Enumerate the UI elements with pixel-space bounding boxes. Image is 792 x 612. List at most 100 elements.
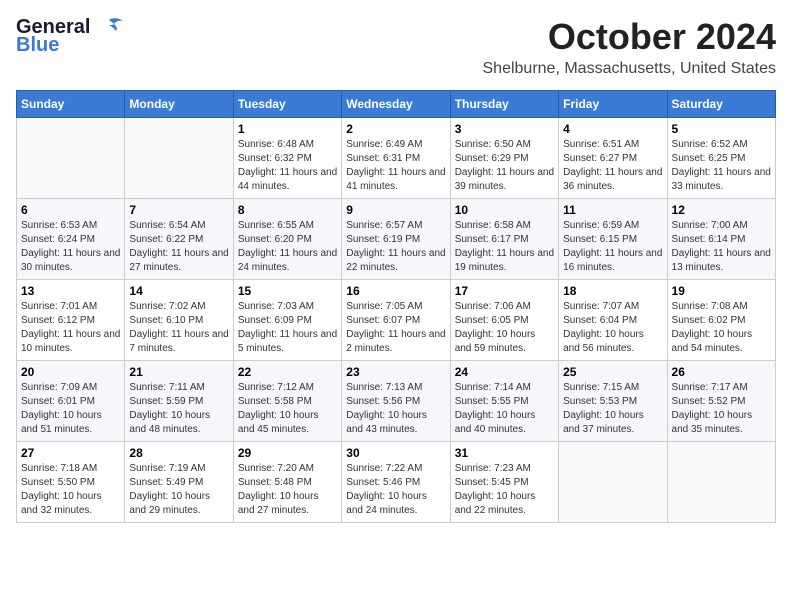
calendar-cell: 20 Sunrise: 7:09 AM Sunset: 6:01 PM Dayli… xyxy=(17,361,125,442)
logo: General Blue xyxy=(16,16,124,57)
calendar-cell: 17Sunrise: 7:06 AM Sunset: 6:05 PM Dayli… xyxy=(450,280,558,361)
day-number: 13 xyxy=(21,284,120,298)
calendar-cell xyxy=(17,118,125,199)
day-info: Sunrise: 7:09 AM Sunset: 6:01 PM Dayligh… xyxy=(21,381,120,437)
calendar-week-row: 20 Sunrise: 7:09 AM Sunset: 6:01 PM Dayli… xyxy=(17,361,776,442)
calendar-cell: 14Sunrise: 7:02 AM Sunset: 6:10 PM Dayli… xyxy=(125,280,233,361)
weekday-header: Saturday xyxy=(667,91,775,118)
calendar-table: SundayMondayTuesdayWednesdayThursdayFrid… xyxy=(16,90,776,523)
day-info: Sunrise: 7:20 AM Sunset: 5:48 PM Dayligh… xyxy=(238,462,337,518)
day-info: Sunrise: 6:57 AM Sunset: 6:19 PM Dayligh… xyxy=(346,219,445,275)
day-number: 16 xyxy=(346,284,445,298)
calendar-week-row: 13 Sunrise: 7:01 AM Sunset: 6:12 PM Dayli… xyxy=(17,280,776,361)
calendar-cell xyxy=(667,442,775,523)
calendar-cell xyxy=(125,118,233,199)
weekday-header: Sunday xyxy=(17,91,125,118)
calendar-cell: 1 Sunrise: 6:48 AM Sunset: 6:32 PM Daylig… xyxy=(233,118,341,199)
day-number: 23 xyxy=(346,365,445,379)
day-number: 26 xyxy=(672,365,771,379)
calendar-cell: 15Sunrise: 7:03 AM Sunset: 6:09 PM Dayli… xyxy=(233,280,341,361)
day-number: 8 xyxy=(238,203,337,217)
calendar-cell: 5 Sunrise: 6:52 AM Sunset: 6:25 PM Daylig… xyxy=(667,118,775,199)
logo-blue: Blue xyxy=(16,34,59,57)
day-info: Sunrise: 7:05 AM Sunset: 6:07 PM Dayligh… xyxy=(346,300,445,356)
day-info: Sunrise: 7:13 AM Sunset: 5:56 PM Dayligh… xyxy=(346,381,445,437)
day-number: 1 xyxy=(238,122,337,136)
calendar-cell: 26 Sunrise: 7:17 AM Sunset: 5:52 PM Dayli… xyxy=(667,361,775,442)
day-info: Sunrise: 6:53 AM Sunset: 6:24 PM Dayligh… xyxy=(21,219,120,275)
day-number: 21 xyxy=(129,365,228,379)
weekday-header: Thursday xyxy=(450,91,558,118)
day-number: 31 xyxy=(455,446,554,460)
calendar-cell: 31Sunrise: 7:23 AM Sunset: 5:45 PM Dayli… xyxy=(450,442,558,523)
day-info: Sunrise: 7:11 AM Sunset: 5:59 PM Dayligh… xyxy=(129,381,228,437)
day-info: Sunrise: 6:49 AM Sunset: 6:31 PM Dayligh… xyxy=(346,138,445,194)
calendar-cell: 11 Sunrise: 6:59 AM Sunset: 6:15 PM Dayli… xyxy=(559,199,667,280)
calendar-cell: 2Sunrise: 6:49 AM Sunset: 6:31 PM Daylig… xyxy=(342,118,450,199)
day-info: Sunrise: 6:50 AM Sunset: 6:29 PM Dayligh… xyxy=(455,138,554,194)
day-info: Sunrise: 6:59 AM Sunset: 6:15 PM Dayligh… xyxy=(563,219,662,275)
day-number: 5 xyxy=(672,122,771,136)
calendar-cell: 7 Sunrise: 6:54 AM Sunset: 6:22 PM Daylig… xyxy=(125,199,233,280)
weekday-header: Wednesday xyxy=(342,91,450,118)
day-info: Sunrise: 6:54 AM Sunset: 6:22 PM Dayligh… xyxy=(129,219,228,275)
day-info: Sunrise: 7:17 AM Sunset: 5:52 PM Dayligh… xyxy=(672,381,771,437)
day-number: 12 xyxy=(672,203,771,217)
location-title: Shelburne, Massachusetts, United States xyxy=(483,60,777,78)
calendar-cell: 12Sunrise: 7:00 AM Sunset: 6:14 PM Dayli… xyxy=(667,199,775,280)
day-number: 10 xyxy=(455,203,554,217)
weekday-header: Friday xyxy=(559,91,667,118)
day-info: Sunrise: 7:12 AM Sunset: 5:58 PM Dayligh… xyxy=(238,381,337,437)
month-title: October 2024 xyxy=(483,16,777,58)
day-number: 6 xyxy=(21,203,120,217)
day-number: 27 xyxy=(21,446,120,460)
day-number: 11 xyxy=(563,203,662,217)
calendar-week-row: 6 Sunrise: 6:53 AM Sunset: 6:24 PM Daylig… xyxy=(17,199,776,280)
day-number: 7 xyxy=(129,203,228,217)
calendar-cell: 18 Sunrise: 7:07 AM Sunset: 6:04 PM Dayli… xyxy=(559,280,667,361)
calendar-cell: 29 Sunrise: 7:20 AM Sunset: 5:48 PM Dayli… xyxy=(233,442,341,523)
day-number: 20 xyxy=(21,365,120,379)
calendar-cell: 9 Sunrise: 6:57 AM Sunset: 6:19 PM Daylig… xyxy=(342,199,450,280)
title-area: October 2024 Shelburne, Massachusetts, U… xyxy=(483,16,777,78)
weekday-header: Tuesday xyxy=(233,91,341,118)
calendar-week-row: 1 Sunrise: 6:48 AM Sunset: 6:32 PM Daylig… xyxy=(17,118,776,199)
day-info: Sunrise: 6:52 AM Sunset: 6:25 PM Dayligh… xyxy=(672,138,771,194)
day-number: 19 xyxy=(672,284,771,298)
day-number: 24 xyxy=(455,365,554,379)
day-info: Sunrise: 7:14 AM Sunset: 5:55 PM Dayligh… xyxy=(455,381,554,437)
calendar-cell: 21 Sunrise: 7:11 AM Sunset: 5:59 PM Dayli… xyxy=(125,361,233,442)
page-header: General Blue October 2024 Shelburne, Mas… xyxy=(16,16,776,78)
calendar-week-row: 27Sunrise: 7:18 AM Sunset: 5:50 PM Dayli… xyxy=(17,442,776,523)
day-info: Sunrise: 7:07 AM Sunset: 6:04 PM Dayligh… xyxy=(563,300,662,356)
calendar-cell: 8 Sunrise: 6:55 AM Sunset: 6:20 PM Daylig… xyxy=(233,199,341,280)
day-number: 22 xyxy=(238,365,337,379)
calendar-cell: 4 Sunrise: 6:51 AM Sunset: 6:27 PM Daylig… xyxy=(559,118,667,199)
calendar-cell: 13 Sunrise: 7:01 AM Sunset: 6:12 PM Dayli… xyxy=(17,280,125,361)
day-number: 25 xyxy=(563,365,662,379)
day-info: Sunrise: 7:08 AM Sunset: 6:02 PM Dayligh… xyxy=(672,300,771,356)
day-number: 9 xyxy=(346,203,445,217)
calendar-cell: 23 Sunrise: 7:13 AM Sunset: 5:56 PM Dayli… xyxy=(342,361,450,442)
day-info: Sunrise: 6:55 AM Sunset: 6:20 PM Dayligh… xyxy=(238,219,337,275)
calendar-cell: 24 Sunrise: 7:14 AM Sunset: 5:55 PM Dayli… xyxy=(450,361,558,442)
day-number: 17 xyxy=(455,284,554,298)
calendar-cell: 10 Sunrise: 6:58 AM Sunset: 6:17 PM Dayli… xyxy=(450,199,558,280)
calendar-cell: 3 Sunrise: 6:50 AM Sunset: 6:29 PM Daylig… xyxy=(450,118,558,199)
day-info: Sunrise: 6:51 AM Sunset: 6:27 PM Dayligh… xyxy=(563,138,662,194)
day-number: 14 xyxy=(129,284,228,298)
day-info: Sunrise: 7:22 AM Sunset: 5:46 PM Dayligh… xyxy=(346,462,445,518)
day-info: Sunrise: 6:58 AM Sunset: 6:17 PM Dayligh… xyxy=(455,219,554,275)
day-number: 4 xyxy=(563,122,662,136)
day-info: Sunrise: 7:19 AM Sunset: 5:49 PM Dayligh… xyxy=(129,462,228,518)
calendar-cell: 30 Sunrise: 7:22 AM Sunset: 5:46 PM Dayli… xyxy=(342,442,450,523)
day-number: 30 xyxy=(346,446,445,460)
day-number: 29 xyxy=(238,446,337,460)
calendar-cell: 25Sunrise: 7:15 AM Sunset: 5:53 PM Dayli… xyxy=(559,361,667,442)
day-number: 18 xyxy=(563,284,662,298)
day-number: 3 xyxy=(455,122,554,136)
day-info: Sunrise: 6:48 AM Sunset: 6:32 PM Dayligh… xyxy=(238,138,337,194)
day-info: Sunrise: 7:01 AM Sunset: 6:12 PM Dayligh… xyxy=(21,300,120,356)
calendar-cell: 16 Sunrise: 7:05 AM Sunset: 6:07 PM Dayli… xyxy=(342,280,450,361)
calendar-cell: 6 Sunrise: 6:53 AM Sunset: 6:24 PM Daylig… xyxy=(17,199,125,280)
